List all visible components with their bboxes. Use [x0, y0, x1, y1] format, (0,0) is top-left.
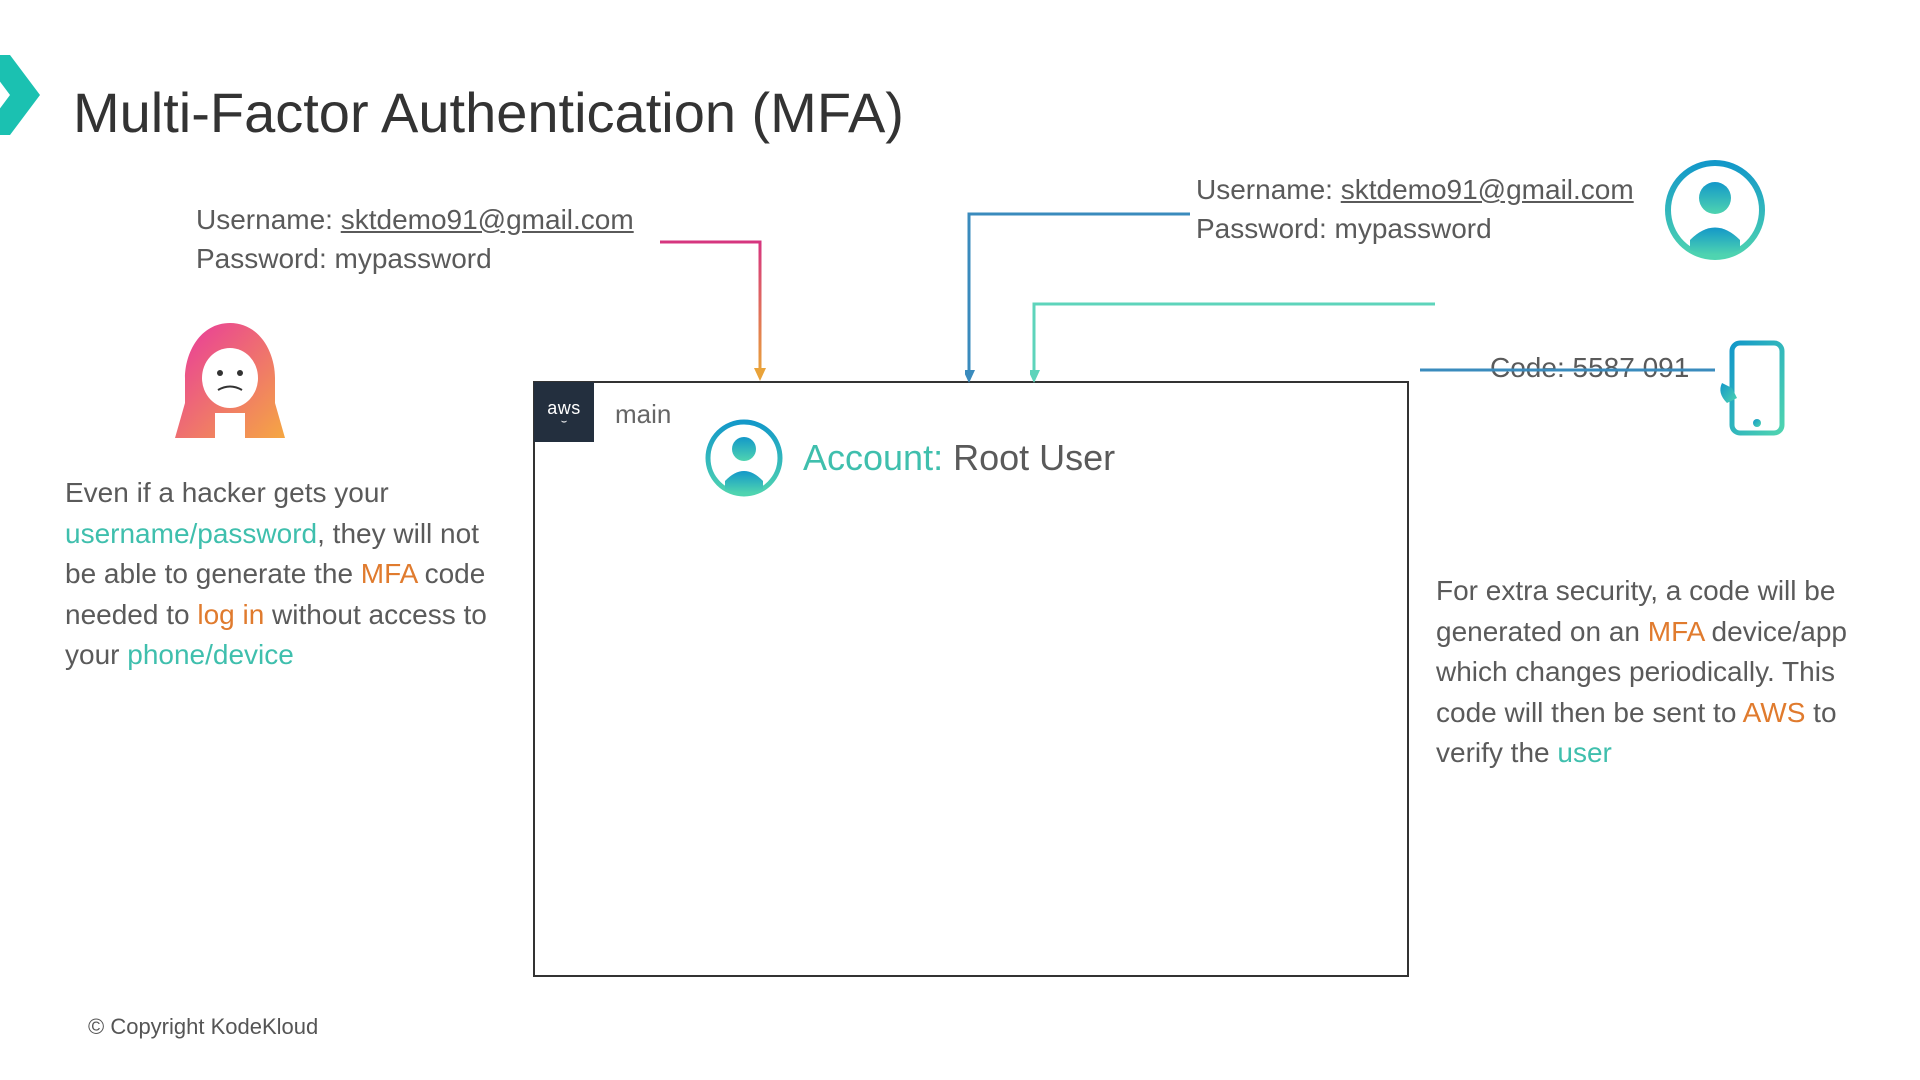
right-hl3: user — [1557, 737, 1611, 768]
mfa-code-label: Code: — [1490, 352, 1573, 383]
aws-smile-icon: ⌣ — [561, 417, 568, 427]
aws-console-panel: aws ⌣ main Account: Root User — [533, 381, 1409, 977]
left-hl1: username/password — [65, 518, 317, 549]
user-username-label: Username: — [1196, 174, 1341, 205]
user-avatar-icon — [1665, 160, 1765, 260]
corner-chevron-icon — [0, 55, 40, 135]
left-p1: Even if a hacker gets your — [65, 477, 389, 508]
user-username-value: sktdemo91@gmail.com — [1341, 174, 1634, 205]
aws-main-label: main — [615, 399, 671, 430]
connector-hacker-to-panel — [660, 238, 780, 398]
mfa-code-value: 5587 091 — [1573, 352, 1690, 383]
hacker-username-label: Username: — [196, 204, 341, 235]
left-hl3: log in — [197, 599, 264, 630]
left-hl2: MFA — [361, 558, 417, 589]
account-avatar-icon — [705, 419, 783, 497]
page-title: Multi-Factor Authentication (MFA) — [73, 80, 904, 145]
hacker-password-value: mypassword — [335, 243, 492, 274]
aws-logo-badge: aws ⌣ — [534, 382, 594, 442]
left-hl4: phone/device — [127, 639, 294, 670]
mfa-code: Code: 5587 091 — [1490, 352, 1689, 384]
user-credentials: Username: sktdemo91@gmail.com Password: … — [1196, 170, 1634, 248]
user-password-label: Password: — [1196, 213, 1335, 244]
account-value: Root User — [943, 437, 1115, 478]
hacker-password-label: Password: — [196, 243, 335, 274]
account-row: Account: Root User — [705, 419, 1115, 497]
left-explanation: Even if a hacker gets your username/pass… — [65, 473, 515, 676]
hacker-credentials: Username: sktdemo91@gmail.com Password: … — [196, 200, 634, 278]
right-hl2: AWS — [1743, 697, 1806, 728]
account-label: Account: — [803, 437, 943, 478]
connector-user-to-panel — [965, 210, 1195, 395]
user-password-value: mypassword — [1335, 213, 1492, 244]
hacker-username-value: sktdemo91@gmail.com — [341, 204, 634, 235]
right-explanation: For extra security, a code will be gener… — [1436, 571, 1866, 774]
hacker-icon — [160, 318, 300, 438]
account-text: Account: Root User — [803, 437, 1115, 479]
phone-icon — [1717, 338, 1797, 438]
copyright: © Copyright KodeKloud — [88, 1014, 318, 1040]
right-hl1: MFA — [1648, 616, 1704, 647]
